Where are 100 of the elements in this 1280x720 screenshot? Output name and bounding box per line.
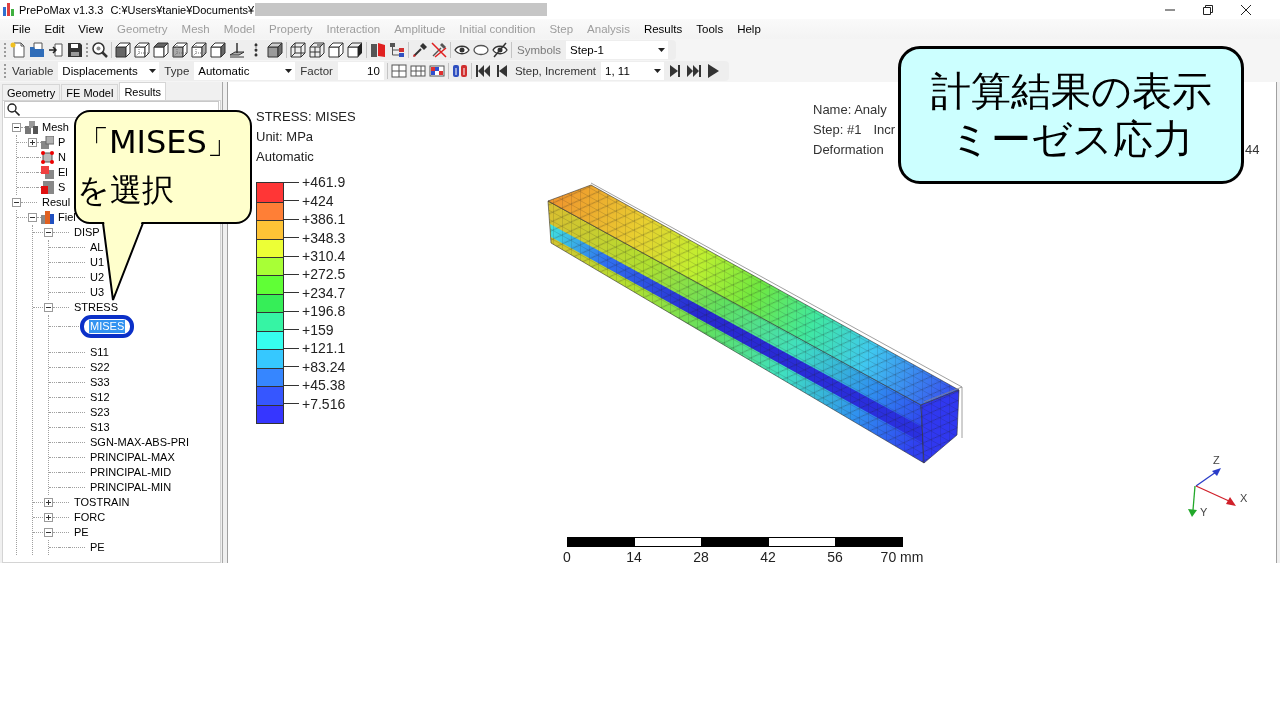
half-shaded-box-icon[interactable] xyxy=(347,42,363,58)
callout-text: を選択 xyxy=(77,170,174,211)
analysis-name: Name: Analy xyxy=(813,101,888,119)
tree-item[interactable]: PRINCIPAL-MID xyxy=(89,466,173,479)
new-file-icon[interactable] xyxy=(10,42,26,58)
tree-item[interactable]: Mesh xyxy=(41,121,70,134)
factor-field[interactable]: 10 xyxy=(337,62,384,80)
import-icon[interactable] xyxy=(48,42,64,58)
tree-item[interactable]: STRESS xyxy=(73,301,119,314)
scale-label: 56 xyxy=(827,549,843,563)
expand-icon[interactable] xyxy=(27,138,37,147)
expand-icon[interactable] xyxy=(43,498,53,507)
tree-item[interactable]: S13 xyxy=(89,421,111,434)
menu-item[interactable]: Edit xyxy=(37,20,72,38)
node-tree-icon[interactable] xyxy=(389,42,405,58)
tree-item[interactable]: TOSTRAIN xyxy=(73,496,131,509)
corner-nodes-icon xyxy=(41,151,54,164)
cube-view-icon[interactable] xyxy=(191,42,207,58)
tree-item[interactable]: P xyxy=(57,136,67,149)
collapse-icon[interactable] xyxy=(43,528,53,537)
cube-view-icon[interactable] xyxy=(153,42,169,58)
tree-item[interactable]: S11 xyxy=(89,346,110,359)
ellipse-icon[interactable] xyxy=(473,42,489,58)
split-panel-icon[interactable] xyxy=(370,42,386,58)
zoom-icon[interactable] xyxy=(92,42,108,58)
callout-text: 「MISES」 xyxy=(77,122,239,163)
checkered-grid-icon[interactable] xyxy=(428,63,445,79)
tree-item[interactable]: S22 xyxy=(89,361,111,374)
cube-view-icon[interactable] xyxy=(134,42,150,58)
tree-item[interactable]: S33 xyxy=(89,376,111,389)
tree-item[interactable]: AL xyxy=(89,241,105,254)
cube-view-icon[interactable] xyxy=(210,42,226,58)
save-icon[interactable] xyxy=(67,42,83,58)
crossed-pipette-icon[interactable] xyxy=(431,42,447,58)
panel-tab[interactable]: Results xyxy=(119,82,167,100)
legend-value: +310.4 xyxy=(302,248,346,265)
tree-item[interactable]: S xyxy=(57,181,67,194)
window-title: PrePoMax v1.3.3 xyxy=(19,3,104,16)
callout-text: ミーゼス応力 xyxy=(949,115,1193,163)
shaded-cube-icon[interactable] xyxy=(267,42,283,58)
tree-item[interactable]: PE xyxy=(89,541,106,554)
collapse-icon[interactable] xyxy=(43,303,53,312)
grid-rows-icon[interactable] xyxy=(409,63,426,79)
toolbar-label: Factor xyxy=(299,65,334,77)
axis-label: X xyxy=(1240,492,1248,504)
pipette-icon[interactable] xyxy=(412,42,428,58)
collapse-icon[interactable] xyxy=(43,228,53,237)
close-icon xyxy=(1241,4,1251,15)
plane-axis-icon[interactable] xyxy=(229,42,245,58)
expand-icon[interactable] xyxy=(43,513,53,522)
menu-item[interactable]: Results xyxy=(636,20,690,38)
cube-view-icon[interactable] xyxy=(115,42,131,58)
collapse-icon[interactable] xyxy=(27,213,37,222)
variable-dropdown[interactable]: Displacements xyxy=(58,62,160,80)
tree-item[interactable]: DISP xyxy=(73,226,101,239)
paired-bars-icon[interactable] xyxy=(451,63,468,79)
bar-chart-icon xyxy=(41,211,54,224)
cube-outline-icon[interactable] xyxy=(328,42,344,58)
tree-item[interactable]: El xyxy=(57,166,69,179)
skip-last-icon[interactable] xyxy=(686,63,703,79)
increment-dropdown[interactable]: 1, 11 xyxy=(601,62,665,80)
tree-item[interactable]: N xyxy=(57,151,67,164)
type-dropdown[interactable]: Automatic xyxy=(194,62,296,80)
toolbar-label: Step, Increment xyxy=(513,65,598,77)
legend-value: +159 xyxy=(302,321,334,338)
legend-value: +45.38 xyxy=(302,377,346,394)
tree-item[interactable]: U3 xyxy=(89,286,106,299)
tree-item[interactable]: U2 xyxy=(89,271,106,284)
cube-view-icon[interactable] xyxy=(172,42,188,58)
restore-icon xyxy=(1203,4,1213,15)
menu-item[interactable]: Help xyxy=(730,20,768,38)
overlapping-squares-icon xyxy=(41,166,54,179)
tree-item[interactable]: FORC xyxy=(73,511,107,524)
panel-tab[interactable]: FE Model xyxy=(61,84,119,100)
axis-label: Y xyxy=(1200,506,1208,518)
tree-item[interactable]: S12 xyxy=(89,391,111,404)
skip-first-icon[interactable] xyxy=(474,63,491,79)
tree-item[interactable]: Resul xyxy=(41,196,72,209)
collapse-icon[interactable] xyxy=(11,198,21,207)
open-folder-icon[interactable] xyxy=(29,42,45,58)
block-stack-icon xyxy=(25,121,38,134)
panel-tab[interactable]: Geometry xyxy=(2,84,61,100)
axis-label: Z xyxy=(1213,454,1220,466)
crossed-eye-icon[interactable] xyxy=(492,42,508,58)
tree-item[interactable]: Fiel xyxy=(57,211,77,224)
tree-item[interactable]: U1 xyxy=(89,256,106,269)
tree-item[interactable]: S23 xyxy=(89,406,111,419)
tree-item[interactable]: PRINCIPAL-MAX xyxy=(89,451,176,464)
tree-item[interactable]: SGN-MAX-ABS-PRI xyxy=(89,436,190,449)
wireframe-cube-icon[interactable] xyxy=(309,42,325,58)
tree-item[interactable]: PE xyxy=(73,526,90,539)
legend-value: +386.1 xyxy=(302,211,346,228)
legend-value: +234.7 xyxy=(302,284,346,301)
menu-item[interactable]: Tools xyxy=(689,20,731,38)
menu-item[interactable]: File xyxy=(5,20,38,38)
grid-icon[interactable] xyxy=(390,63,407,79)
tree-item[interactable]: PRINCIPAL-MIN xyxy=(89,481,173,494)
menu-item[interactable]: View xyxy=(71,20,111,38)
wireframe-cube-icon[interactable] xyxy=(290,42,306,58)
collapse-icon[interactable] xyxy=(11,123,21,132)
